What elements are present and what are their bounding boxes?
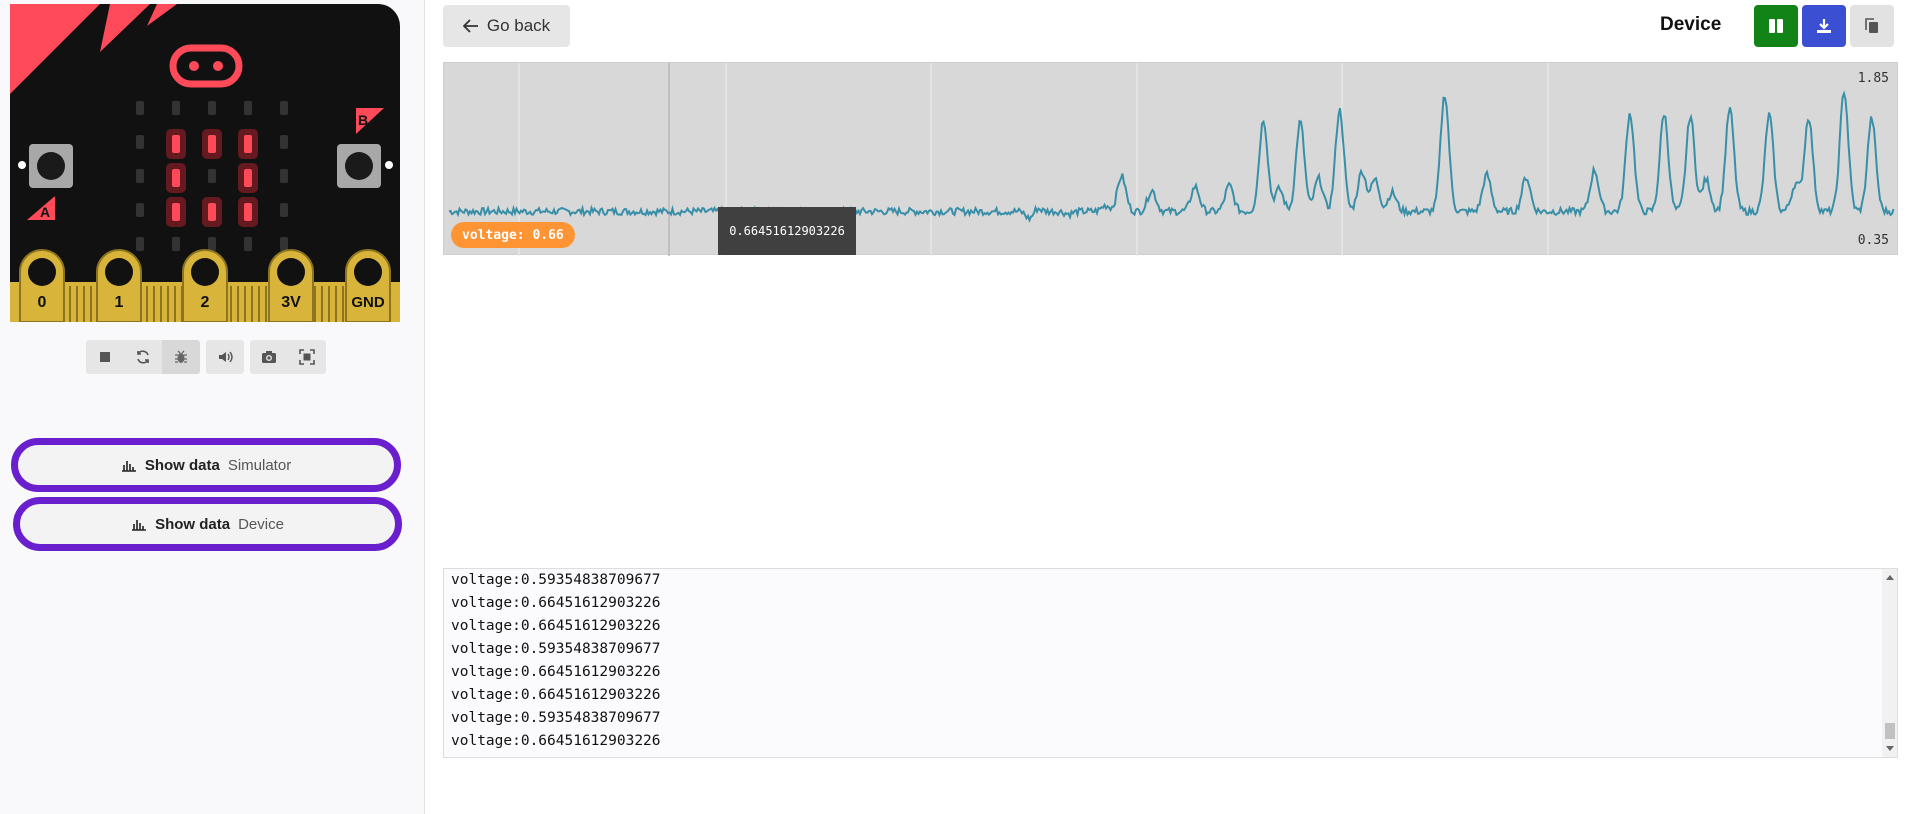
simulator-sidebar: A B 0 1 2 3V GND Show data Simulator Sho… — [0, 0, 425, 814]
copy-icon — [1865, 18, 1878, 33]
console-line: voltage:0.59354838709677 — [451, 710, 661, 726]
button-b-label: B — [358, 112, 368, 128]
pin-1[interactable]: 1 — [96, 249, 142, 322]
pin-label: 1 — [115, 294, 124, 311]
pin-label: 0 — [38, 294, 47, 311]
led-off — [136, 169, 144, 183]
led-on — [172, 135, 180, 153]
stop-button[interactable] — [86, 340, 124, 374]
led-off — [136, 203, 144, 217]
screenshot-button[interactable] — [250, 340, 288, 374]
voltage-series-line — [448, 90, 1895, 223]
led-off — [244, 237, 252, 251]
debug-button[interactable] — [162, 340, 200, 374]
serial-console[interactable]: voltage:0.59354838709677 voltage:0.664516… — [443, 568, 1898, 758]
pin-label: 3V — [281, 294, 301, 311]
scroll-down-icon[interactable] — [1886, 746, 1894, 751]
led-off — [136, 135, 144, 149]
pin-label: 2 — [201, 294, 210, 311]
show-data-label: Show data — [144, 456, 220, 474]
led-off — [280, 203, 288, 217]
sound-button[interactable] — [206, 340, 244, 374]
led-off — [208, 101, 216, 115]
y-axis-max-label: 1.85 — [1857, 71, 1889, 86]
pin-label: GND — [351, 294, 385, 311]
debug-icon — [175, 350, 187, 363]
console-line: voltage:0.66451612903226 — [451, 618, 661, 634]
led-off — [172, 101, 180, 115]
columns-icon — [1769, 19, 1783, 33]
fullscreen-icon — [299, 349, 315, 365]
restart-icon — [137, 350, 149, 364]
microbit-simulator[interactable]: A B 0 1 2 3V GND — [10, 4, 400, 322]
fullscreen-button[interactable] — [288, 340, 326, 374]
split-view-button[interactable] — [1754, 5, 1798, 47]
console-lines: voltage:0.59354838709677 voltage:0.664516… — [451, 569, 661, 753]
led-on — [244, 203, 252, 221]
led-off — [244, 101, 252, 115]
show-data-source: Device — [238, 515, 284, 533]
screenshot-icon — [262, 351, 276, 363]
led-on — [208, 135, 216, 153]
go-back-button[interactable]: Go back — [443, 5, 570, 47]
series-legend-badge[interactable]: voltage: 0.66 — [451, 222, 575, 248]
device-title: Device — [1660, 14, 1722, 35]
show-data-device-button[interactable]: Show data Device — [13, 497, 402, 551]
restart-button[interactable] — [124, 340, 162, 374]
console-line: voltage:0.66451612903226 — [451, 687, 661, 703]
scroll-up-icon[interactable] — [1886, 575, 1894, 580]
download-button[interactable] — [1802, 5, 1846, 47]
pin-3v[interactable]: 3V — [268, 249, 314, 322]
led-off — [172, 237, 180, 251]
button-a-label: A — [40, 204, 50, 220]
y-axis-min-label: 0.35 — [1857, 233, 1889, 248]
led-off — [280, 101, 288, 115]
data-chart[interactable]: 1.85 0.35 voltage: 0.66 0.66451612903226 — [443, 62, 1898, 256]
button-a[interactable] — [29, 144, 73, 188]
console-scrollbar[interactable] — [1882, 569, 1897, 757]
bar-chart-icon — [132, 520, 147, 531]
chart-tooltip: 0.66451612903226 — [718, 207, 856, 255]
console-line: voltage:0.66451612903226 — [451, 664, 661, 680]
simulator-toolbar — [86, 340, 326, 374]
led-off — [280, 135, 288, 149]
led-off — [280, 237, 288, 251]
bar-chart-icon — [121, 461, 136, 472]
show-data-simulator-button[interactable]: Show data Simulator — [11, 438, 401, 492]
scrollbar-thumb[interactable] — [1885, 723, 1895, 739]
button-b[interactable] — [337, 144, 381, 188]
led-on — [244, 135, 252, 153]
chart-plot — [448, 63, 1895, 256]
sound-icon — [219, 351, 233, 363]
copy-button[interactable] — [1850, 5, 1894, 47]
pin-gnd[interactable]: GND — [345, 249, 391, 322]
show-data-label: Show data — [155, 515, 231, 533]
led-off — [136, 237, 144, 251]
download-icon — [1817, 19, 1831, 33]
pin-2[interactable]: 2 — [182, 249, 228, 322]
led-on — [244, 169, 252, 187]
pin-0[interactable]: 0 — [19, 249, 65, 322]
console-line: voltage:0.66451612903226 — [451, 733, 661, 749]
console-line: voltage:0.66451612903226 — [451, 595, 661, 611]
led-on — [172, 203, 180, 221]
led-off — [280, 169, 288, 183]
stop-icon — [100, 352, 110, 362]
led-off — [208, 237, 216, 251]
console-line: voltage:0.59354838709677 — [451, 641, 661, 657]
show-data-source: Simulator — [227, 456, 292, 474]
go-back-label: Go back — [486, 16, 551, 35]
console-line: voltage:0.59354838709677 — [451, 572, 661, 588]
led-on — [208, 203, 216, 221]
led-off — [208, 169, 216, 183]
led-off — [136, 101, 144, 115]
arrow-left-icon — [462, 19, 478, 33]
led-on — [172, 169, 180, 187]
